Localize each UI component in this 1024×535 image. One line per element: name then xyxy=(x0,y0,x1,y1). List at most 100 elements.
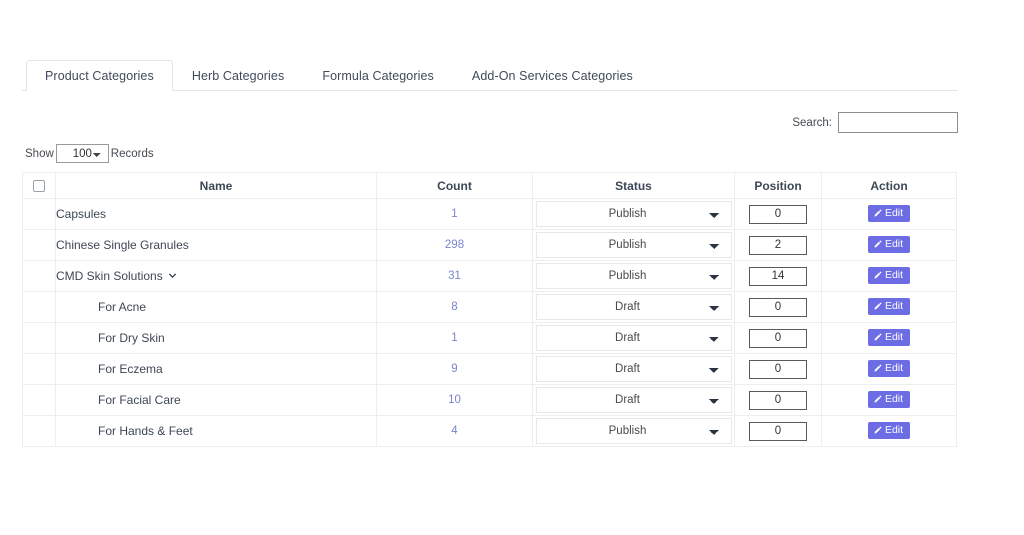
status-select[interactable]: PublishDraft xyxy=(535,201,732,227)
tab-formula-categories[interactable]: Formula Categories xyxy=(303,60,453,91)
edit-button[interactable]: Edit xyxy=(867,205,911,222)
position-input[interactable] xyxy=(749,204,807,224)
search-label: Search: xyxy=(792,116,832,129)
edit-button-label: Edit xyxy=(884,207,904,220)
edit-button[interactable]: Edit xyxy=(867,360,911,377)
row-select-cell[interactable] xyxy=(22,291,56,323)
edit-button[interactable]: Edit xyxy=(867,267,911,284)
pencil-icon xyxy=(873,209,882,218)
status-cell: PublishDraft xyxy=(532,353,735,385)
category-name-cell: Capsules xyxy=(55,198,377,230)
edit-button[interactable]: Edit xyxy=(867,391,911,408)
header-status[interactable]: Status xyxy=(532,172,735,199)
header-action[interactable]: Action xyxy=(821,172,957,199)
row-select-cell[interactable] xyxy=(22,353,56,385)
show-label: Show xyxy=(25,147,54,160)
count-cell[interactable]: 1 xyxy=(376,322,533,354)
position-input[interactable] xyxy=(749,328,807,348)
category-name-cell: For Hands & Feet xyxy=(55,415,377,447)
pencil-icon xyxy=(873,364,882,373)
category-name-label: For Facial Care xyxy=(98,393,181,407)
status-select[interactable]: PublishDraft xyxy=(535,356,732,382)
position-input[interactable] xyxy=(749,235,807,255)
status-select[interactable]: PublishDraft xyxy=(535,387,732,413)
edit-button-label: Edit xyxy=(884,424,904,437)
header-count[interactable]: Count xyxy=(376,172,533,199)
count-cell[interactable]: 9 xyxy=(376,353,533,385)
row-select-cell[interactable] xyxy=(22,384,56,416)
tab-herb-categories[interactable]: Herb Categories xyxy=(173,60,304,91)
tab-product-categories[interactable]: Product Categories xyxy=(26,60,173,92)
position-cell xyxy=(734,353,822,385)
category-name-label: Chinese Single Granules xyxy=(56,238,189,252)
category-name-label: Capsules xyxy=(56,207,107,221)
select-all-checkbox[interactable] xyxy=(33,180,45,193)
row-select-cell[interactable] xyxy=(22,415,56,447)
status-cell: PublishDraft xyxy=(532,229,735,261)
chevron-down-icon[interactable] xyxy=(168,273,177,283)
table-row: For Acne 8PublishDraft Edit xyxy=(22,291,957,323)
status-select[interactable]: PublishDraft xyxy=(535,232,732,258)
status-select[interactable]: PublishDraft xyxy=(535,418,732,444)
position-input[interactable] xyxy=(749,359,807,379)
count-cell[interactable]: 1 xyxy=(376,198,533,230)
header-select-all xyxy=(22,172,56,199)
action-cell: Edit xyxy=(821,291,957,323)
row-select-cell[interactable] xyxy=(22,198,56,230)
pencil-icon xyxy=(873,395,882,404)
category-name-cell: For Acne xyxy=(55,291,377,323)
status-select[interactable]: PublishDraft xyxy=(535,294,732,320)
position-cell xyxy=(734,291,822,323)
position-input[interactable] xyxy=(749,390,807,410)
position-cell xyxy=(734,260,822,292)
action-cell: Edit xyxy=(821,415,957,447)
edit-button-label: Edit xyxy=(884,362,904,375)
edit-button[interactable]: Edit xyxy=(867,236,911,253)
tab-list: Product Categories Herb Categories Formula… xyxy=(22,60,958,92)
table-row: Chinese Single Granules 298PublishDraft Ed… xyxy=(22,229,957,261)
position-input[interactable] xyxy=(749,421,807,441)
status-cell: PublishDraft xyxy=(532,384,735,416)
action-cell: Edit xyxy=(821,353,957,385)
count-cell[interactable]: 4 xyxy=(376,415,533,447)
tab-add-on-services-categories[interactable]: Add-On Services Categories xyxy=(453,60,652,91)
header-name[interactable]: Name xyxy=(55,172,377,199)
count-cell[interactable]: 31 xyxy=(376,260,533,292)
tab-label: Product Categories xyxy=(45,69,154,83)
status-cell: PublishDraft xyxy=(532,415,735,447)
edit-button[interactable]: Edit xyxy=(867,422,911,439)
count-cell[interactable]: 298 xyxy=(376,229,533,261)
records-per-page-select[interactable]: 102550100 xyxy=(55,144,109,163)
search-input[interactable] xyxy=(838,112,958,133)
action-cell: Edit xyxy=(821,322,957,354)
table-body: Capsules1PublishDraftEditChinese Single … xyxy=(22,198,957,447)
edit-button[interactable]: Edit xyxy=(867,298,911,315)
row-select-cell[interactable] xyxy=(22,322,56,354)
row-select-cell[interactable] xyxy=(22,260,56,292)
status-cell: PublishDraft xyxy=(532,291,735,323)
table-row: For Facial Care 10PublishDraft Edit xyxy=(22,384,957,416)
edit-button-label: Edit xyxy=(884,269,904,282)
position-input[interactable] xyxy=(749,297,807,317)
search-area: Search: xyxy=(792,112,958,133)
status-select[interactable]: PublishDraft xyxy=(535,325,732,351)
count-cell[interactable]: 8 xyxy=(376,291,533,323)
category-name-label: For Dry Skin xyxy=(98,331,165,345)
action-cell: Edit xyxy=(821,260,957,292)
edit-button-label: Edit xyxy=(884,331,904,344)
action-cell: Edit xyxy=(821,198,957,230)
category-name-label: CMD Skin Solutions xyxy=(56,269,163,283)
position-cell xyxy=(734,198,822,230)
count-cell[interactable]: 10 xyxy=(376,384,533,416)
table-row: Capsules 1PublishDraft Edit xyxy=(22,198,957,230)
position-input[interactable] xyxy=(749,266,807,286)
header-position[interactable]: Position xyxy=(734,172,822,199)
pencil-icon xyxy=(873,426,882,435)
edit-button[interactable]: Edit xyxy=(867,329,911,346)
row-select-cell[interactable] xyxy=(22,229,56,261)
tab-bar: Product Categories Herb Categories Formula… xyxy=(22,60,958,92)
table-row: For Eczema 9PublishDraft Edit xyxy=(22,353,957,385)
tab-label: Herb Categories xyxy=(191,69,285,83)
status-select[interactable]: PublishDraft xyxy=(535,263,732,289)
categories-table: Name Count Status Position Action Capsul… xyxy=(22,172,957,447)
